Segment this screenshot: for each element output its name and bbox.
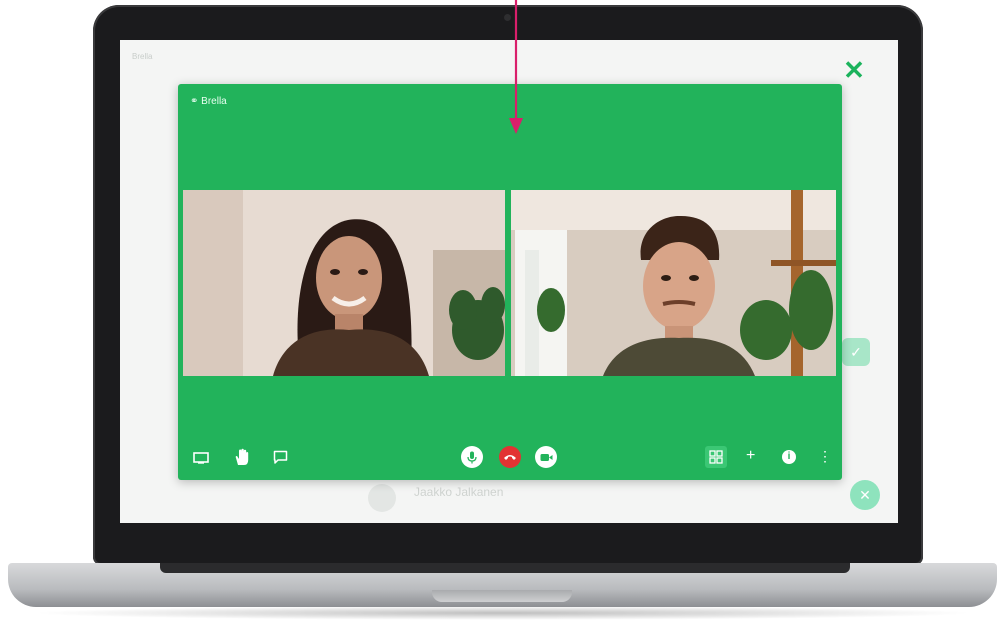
close-fab-button[interactable]: ✕ bbox=[850, 480, 880, 510]
grid-view-button[interactable] bbox=[705, 446, 727, 468]
microphone-icon bbox=[467, 451, 477, 463]
participant-video-left bbox=[183, 190, 505, 376]
participant-video-right bbox=[511, 190, 836, 376]
man-video-feed bbox=[511, 190, 836, 376]
laptop-keyboard-edge bbox=[160, 563, 850, 573]
check-icon[interactable]: ✓ bbox=[842, 338, 870, 366]
background-person-name: Jaakko Jalkanen bbox=[414, 485, 504, 499]
raise-hand-icon[interactable] bbox=[233, 448, 251, 471]
call-brand-logo: ⚭ Brella bbox=[190, 96, 227, 107]
background-logo: Brella bbox=[132, 52, 153, 61]
chat-icon[interactable] bbox=[273, 450, 288, 469]
laptop-shadow bbox=[30, 606, 975, 620]
woman-video-feed bbox=[183, 190, 505, 376]
camera-icon bbox=[540, 453, 552, 461]
end-call-button[interactable] bbox=[499, 446, 521, 468]
end-call-icon bbox=[504, 455, 516, 460]
microphone-button[interactable] bbox=[461, 446, 483, 468]
screen-share-icon[interactable] bbox=[193, 451, 209, 469]
brand-glyph-icon: ⚭ bbox=[190, 96, 202, 107]
call-brand-text: Brella bbox=[201, 96, 227, 107]
more-icon[interactable]: ⋮ bbox=[818, 446, 832, 466]
background-avatar bbox=[368, 484, 396, 512]
laptop-opening-notch bbox=[432, 590, 572, 602]
close-call-button[interactable]: ✕ bbox=[842, 57, 866, 83]
grid-view-icon bbox=[709, 450, 723, 464]
video-call-window: ⚭ Brella + i ⋮ bbox=[178, 84, 842, 480]
info-icon[interactable]: i bbox=[782, 450, 796, 464]
camera-button[interactable] bbox=[535, 446, 557, 468]
add-icon[interactable]: + bbox=[746, 446, 755, 466]
annotation-arrow-icon bbox=[509, 0, 523, 134]
